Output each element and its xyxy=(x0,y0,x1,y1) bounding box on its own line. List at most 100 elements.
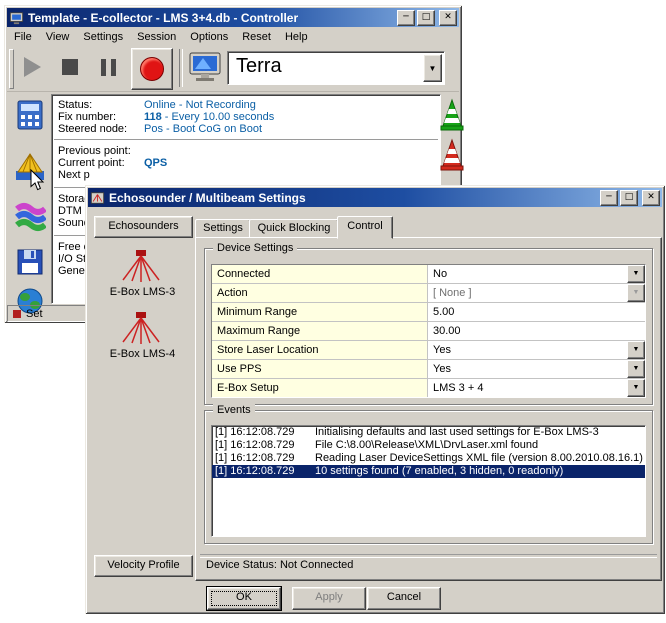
apply-button[interactable]: Apply xyxy=(292,587,366,610)
dtm-waves-button[interactable] xyxy=(14,201,46,233)
pause-icon xyxy=(101,59,106,76)
chevron-down-icon[interactable]: ▼ xyxy=(627,265,645,283)
tab-settings[interactable]: Settings xyxy=(195,219,251,238)
menubar: File View Settings Session Options Reset… xyxy=(7,28,459,45)
chevron-down-icon[interactable]: ▼ xyxy=(627,379,645,397)
ok-button[interactable]: OK xyxy=(207,587,281,610)
controller-app-icon xyxy=(9,11,24,25)
laser-device-icon[interactable] xyxy=(118,248,164,284)
chevron-down-icon: ▼ xyxy=(627,284,645,302)
chevron-down-icon[interactable]: ▼ xyxy=(627,360,645,378)
minimize-icon[interactable]: ─ xyxy=(600,190,618,206)
menu-settings[interactable]: Settings xyxy=(76,29,130,45)
status-label: Fix number: xyxy=(58,111,116,123)
velocity-profile-button[interactable]: Velocity Profile xyxy=(94,555,193,577)
setting-row: Minimum Range 5.00 xyxy=(212,303,645,322)
record-button[interactable] xyxy=(131,48,173,90)
setting-label: Maximum Range xyxy=(212,322,428,340)
cancel-button[interactable]: Cancel xyxy=(367,587,441,610)
stop-icon xyxy=(62,59,78,75)
event-row[interactable]: [1] 16:12:08.729File C:\8.00\Release\XML… xyxy=(212,439,645,452)
status-label: Previous point: xyxy=(58,145,131,157)
tab-quick-blocking[interactable]: Quick Blocking xyxy=(249,219,339,238)
chevron-down-icon[interactable]: ▼ xyxy=(627,341,645,359)
device-status-text: Device Status: Not Connected xyxy=(206,559,353,571)
status-label: Steered node: xyxy=(58,123,127,135)
status-row: Fix number: 118 - Every 10.00 seconds xyxy=(52,111,440,123)
setting-value-connected[interactable]: No▼ xyxy=(428,265,645,283)
controller-titlebar[interactable]: Template - E-collector - LMS 3+4.db - Co… xyxy=(7,8,459,27)
dialog-title: Echosounder / Multibeam Settings xyxy=(109,191,598,205)
setting-row: Store Laser Location Yes▼ xyxy=(212,341,645,360)
setting-row: E-Box Setup LMS 3 + 4▼ xyxy=(212,379,645,397)
setting-value-ebox-setup[interactable]: LMS 3 + 4▼ xyxy=(428,379,645,397)
setting-label: Store Laser Location xyxy=(212,341,428,359)
menu-file[interactable]: File xyxy=(7,29,39,45)
tab-control[interactable]: Control xyxy=(337,216,393,239)
status-label: Status: xyxy=(58,99,92,111)
group-title: Events xyxy=(213,404,255,417)
device-settings-group: Device Settings Connected No▼ Action [ N… xyxy=(204,248,653,405)
event-row-selected[interactable]: [1] 16:12:08.72910 settings found (7 ena… xyxy=(212,465,645,478)
toolbar-separator xyxy=(179,49,183,87)
maximize-icon[interactable]: □ xyxy=(417,10,435,26)
main-toolbar: Terra ▼ xyxy=(7,45,459,92)
setting-value-store-laser-location[interactable]: Yes▼ xyxy=(428,341,645,359)
panel-divider xyxy=(200,554,657,558)
tab-strip: Settings Quick Blocking Control xyxy=(195,215,660,237)
close-icon[interactable]: ✕ xyxy=(439,10,457,26)
settings-grid: Connected No▼ Action [ None ]▼ Minimum R… xyxy=(211,264,646,398)
calculator-button[interactable] xyxy=(14,99,46,131)
event-row[interactable]: [1] 16:12:08.729Reading Laser DeviceSett… xyxy=(212,452,645,465)
controller-title: Template - E-collector - LMS 3+4.db - Co… xyxy=(28,11,395,25)
menu-help[interactable]: Help xyxy=(278,29,315,45)
panel-divider xyxy=(54,139,438,143)
group-title: Device Settings xyxy=(213,242,297,255)
status-row: Steered node: Pos - Boot CoG on Boot xyxy=(52,123,440,135)
setting-value-use-pps[interactable]: Yes▼ xyxy=(428,360,645,378)
echosounder-settings-window: Echosounder / Multibeam Settings ─ □ ✕ E… xyxy=(85,185,665,614)
device-item-lms4[interactable]: E-Box LMS-4 xyxy=(88,348,197,360)
node-combobox[interactable]: Terra ▼ xyxy=(227,51,445,85)
setting-row: Maximum Range 30.00 xyxy=(212,322,645,341)
pause-button[interactable] xyxy=(91,50,125,84)
setting-value-maximum-range[interactable]: 30.00 xyxy=(428,322,645,340)
events-list[interactable]: [1] 16:12:08.729Initialising defaults an… xyxy=(211,425,646,537)
setting-value-action: [ None ]▼ xyxy=(428,284,645,302)
node-combobox-value: Terra xyxy=(236,55,282,78)
stop-button[interactable] xyxy=(53,50,87,84)
status-row: Status: Online - Not Recording xyxy=(52,99,440,111)
close-icon[interactable]: ✕ xyxy=(642,190,660,206)
setting-label: E-Box Setup xyxy=(212,379,428,397)
setting-label: Use PPS xyxy=(212,360,428,378)
menu-view[interactable]: View xyxy=(39,29,77,45)
toolbar-gripper[interactable] xyxy=(9,49,14,89)
menu-reset[interactable]: Reset xyxy=(235,29,278,45)
statusbar-text: Set xyxy=(26,308,43,320)
computer-icon xyxy=(187,49,223,85)
event-row[interactable]: [1] 16:12:08.729Initialising defaults an… xyxy=(212,426,645,439)
status-value: - Every 10.00 seconds xyxy=(162,111,275,123)
echosounders-header-button[interactable]: Echosounders xyxy=(94,216,193,238)
control-tab-panel: Device Settings Connected No▼ Action [ N… xyxy=(195,237,662,581)
chevron-down-icon[interactable]: ▼ xyxy=(423,54,442,82)
minimize-icon[interactable]: ─ xyxy=(397,10,415,26)
dialog-app-icon xyxy=(90,191,105,205)
menu-session[interactable]: Session xyxy=(130,29,183,45)
save-button[interactable] xyxy=(14,246,46,278)
status-row: Next p xyxy=(52,169,440,181)
laser-device-icon[interactable] xyxy=(118,310,164,346)
status-label: Current point: xyxy=(58,157,125,169)
menu-options[interactable]: Options xyxy=(183,29,235,45)
setting-label: Action xyxy=(212,284,428,302)
events-group: Events [1] 16:12:08.729Initialising defa… xyxy=(204,410,653,544)
play-button[interactable] xyxy=(15,50,49,84)
play-icon xyxy=(24,57,41,77)
maximize-icon[interactable]: □ xyxy=(620,190,638,206)
setting-label: Minimum Range xyxy=(212,303,428,321)
mouse-cursor xyxy=(30,169,46,193)
device-item-lms3[interactable]: E-Box LMS-3 xyxy=(88,286,197,298)
setting-value-minimum-range[interactable]: 5.00 xyxy=(428,303,645,321)
dialog-titlebar[interactable]: Echosounder / Multibeam Settings ─ □ ✕ xyxy=(88,188,662,207)
status-value: Online - Not Recording xyxy=(144,99,256,111)
